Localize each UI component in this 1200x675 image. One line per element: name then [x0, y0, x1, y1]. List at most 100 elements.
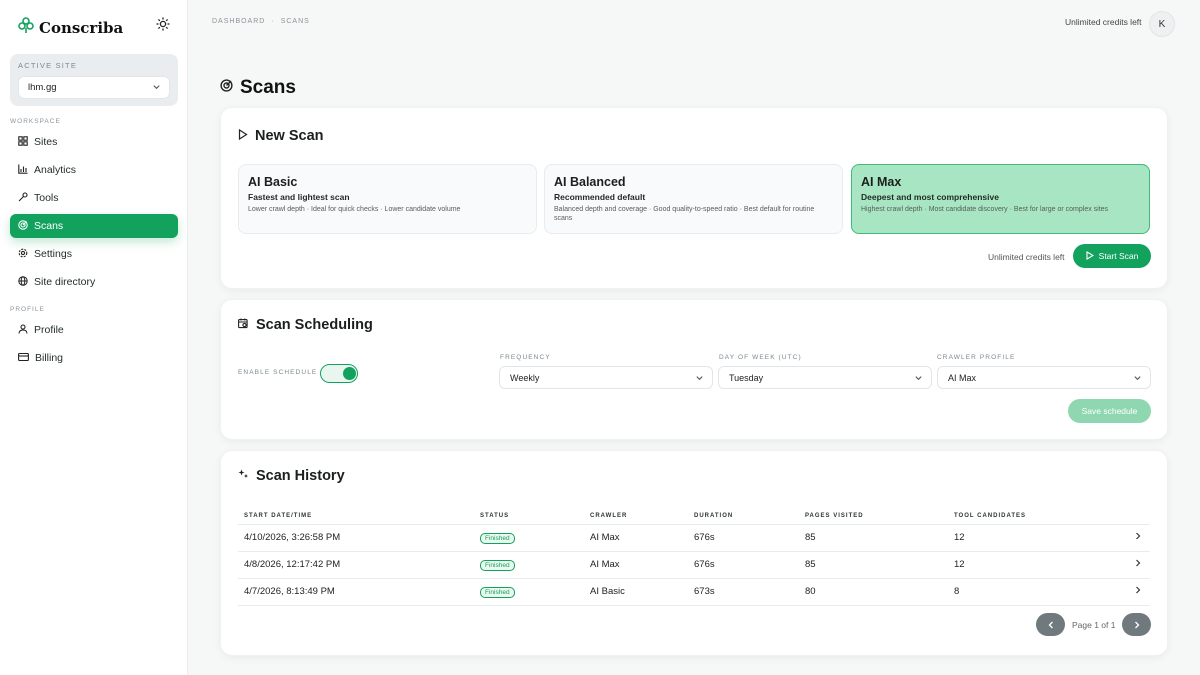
previous-page-button[interactable] [1036, 613, 1065, 636]
grid-icon [18, 135, 28, 149]
toggle-knob [342, 366, 356, 380]
scan-mode-title: AI Max [861, 175, 902, 189]
sparkles-icon [238, 468, 249, 484]
save-schedule-button[interactable]: Save schedule [1068, 399, 1151, 423]
sidebar-item-label: Billing [35, 352, 64, 364]
scan-mode-ai-basic[interactable]: AI Basic Fastest and lightest scan Lower… [238, 164, 537, 234]
sidebar-item-settings[interactable]: Settings [10, 242, 178, 266]
crawler-profile-label: CRAWLER PROFILE [937, 354, 1016, 361]
table-row[interactable]: 4/10/2026, 3:26:58 PM Finished AI Max 67… [238, 524, 1150, 552]
crawler-profile-select[interactable]: AI Max [937, 366, 1151, 389]
start-scan-label: Start Scan [1098, 251, 1139, 261]
start-scan-button[interactable]: Start Scan [1073, 244, 1151, 268]
chevron-right-icon[interactable] [1120, 524, 1150, 552]
sidebar-item-label: Settings [34, 248, 72, 260]
sidebar-item-billing[interactable]: Billing [10, 346, 178, 370]
table-row[interactable]: 4/7/2026, 8:13:49 PM Finished AI Basic 6… [238, 578, 1150, 606]
column-header: CRAWLER [584, 508, 688, 525]
avatar[interactable]: K [1149, 11, 1175, 37]
play-icon [1086, 250, 1094, 262]
cell-status: Finished [474, 551, 584, 579]
table-row[interactable]: 4/8/2026, 12:17:42 PM Finished AI Max 67… [238, 551, 1150, 579]
cell-duration: 676s [688, 551, 799, 579]
scan-mode-ai-balanced[interactable]: AI Balanced Recommended default Balanced… [544, 164, 843, 234]
scan-scheduling-card: Scan Scheduling ENABLE SCHEDULE FREQUENC… [220, 299, 1168, 440]
scan-mode-subtitle: Recommended default [554, 192, 646, 202]
sidebar-item-label: Profile [34, 324, 64, 336]
brand-logo[interactable]: Conscriba [17, 16, 123, 39]
sidebar-item-profile[interactable]: Profile [10, 318, 178, 342]
workspace-section-label: WORKSPACE [10, 118, 61, 125]
sidebar-item-analytics[interactable]: Analytics [10, 158, 178, 182]
chevron-down-icon [152, 82, 161, 94]
chevron-down-icon [1133, 373, 1142, 384]
sidebar: Conscriba ACTIVE SITE lhm.gg WORKSPACE S… [0, 0, 188, 675]
cell-status: Finished [474, 524, 584, 552]
scan-mode-ai-max[interactable]: AI Max Deepest and most comprehensive Hi… [851, 164, 1150, 234]
scan-mode-title: AI Balanced [554, 175, 626, 189]
new-scan-title: New Scan [255, 128, 324, 144]
radar-icon [18, 219, 28, 233]
chevron-down-icon [695, 373, 704, 384]
cell-pages: 85 [799, 551, 948, 579]
user-icon [18, 323, 28, 337]
column-header-empty [1120, 508, 1150, 525]
calendar-clock-icon [238, 317, 249, 333]
breadcrumb-separator: · [271, 18, 275, 25]
scan-history-card: Scan History START DATE/TIME STATUS CRAW… [220, 450, 1168, 656]
cell-crawler: AI Max [584, 551, 688, 579]
scan-history-table: START DATE/TIME STATUS CRAWLER DURATION … [238, 508, 1150, 606]
sidebar-item-tools[interactable]: Tools [10, 186, 178, 210]
sidebar-item-label: Analytics [34, 164, 77, 176]
chevron-left-icon [1047, 616, 1055, 634]
chevron-right-icon[interactable] [1120, 551, 1150, 579]
sidebar-item-sites[interactable]: Sites [10, 130, 178, 154]
cell-start: 4/8/2026, 12:17:42 PM [238, 551, 474, 579]
cell-candidates: 12 [948, 524, 1120, 552]
new-scan-card: New Scan AI Basic Fastest and lightest s… [220, 107, 1168, 289]
scan-mode-description: Highest crawl depth · Most candidate dis… [861, 206, 1109, 213]
history-header: Scan History [238, 468, 345, 484]
column-header: TOOL CANDIDATES [948, 508, 1120, 525]
cell-crawler: AI Max [584, 524, 688, 552]
credits-remaining: Unlimited credits left [988, 252, 1065, 262]
active-site-select[interactable]: lhm.gg [18, 76, 170, 99]
page-header: Scans [220, 77, 296, 99]
credits-indicator: Unlimited credits left [1065, 17, 1142, 27]
page-indicator: Page 1 of 1 [1072, 619, 1116, 630]
sidebar-item-site-directory[interactable]: Site directory [10, 270, 178, 294]
day-of-week-label: DAY OF WEEK (UTC) [719, 354, 802, 361]
gear-icon [18, 248, 28, 261]
next-page-button[interactable] [1122, 613, 1152, 636]
sidebar-item-label: Tools [34, 192, 59, 204]
sidebar-item-label: Scans [34, 220, 64, 232]
scheduling-header: Scan Scheduling [238, 317, 373, 333]
chevron-down-icon [914, 373, 923, 384]
radar-icon [220, 79, 233, 97]
column-header: DURATION [688, 508, 799, 525]
cell-candidates: 12 [948, 551, 1120, 579]
scan-mode-description: Balanced depth and coverage · Good quali… [554, 206, 815, 222]
cell-start: 4/7/2026, 8:13:49 PM [238, 578, 474, 606]
globe-icon [18, 275, 28, 289]
cell-pages: 85 [799, 524, 948, 552]
cell-duration: 673s [688, 578, 799, 606]
chevron-right-icon[interactable] [1120, 578, 1150, 606]
cell-pages: 80 [799, 578, 948, 606]
scan-mode-subtitle: Deepest and most comprehensive [861, 192, 999, 202]
cell-status: Finished [474, 578, 584, 606]
sidebar-item-scans[interactable]: Scans [10, 214, 178, 238]
new-scan-header: New Scan [238, 128, 324, 144]
enable-schedule-toggle[interactable] [320, 364, 358, 383]
cell-start: 4/10/2026, 3:26:58 PM [238, 524, 474, 552]
day-of-week-select[interactable]: Tuesday [718, 366, 932, 389]
status-badge: Finished [480, 586, 515, 598]
brand-name: Conscriba [39, 18, 124, 37]
scan-mode-title: AI Basic [248, 175, 298, 189]
status-badge: Finished [480, 559, 515, 571]
profile-section-label: PROFILE [10, 306, 45, 313]
scan-mode-subtitle: Fastest and lightest scan [248, 192, 350, 202]
frequency-select[interactable]: Weekly [499, 366, 713, 389]
breadcrumb-dashboard[interactable]: DASHBOARD [212, 18, 265, 25]
theme-toggle-button[interactable] [153, 16, 173, 36]
